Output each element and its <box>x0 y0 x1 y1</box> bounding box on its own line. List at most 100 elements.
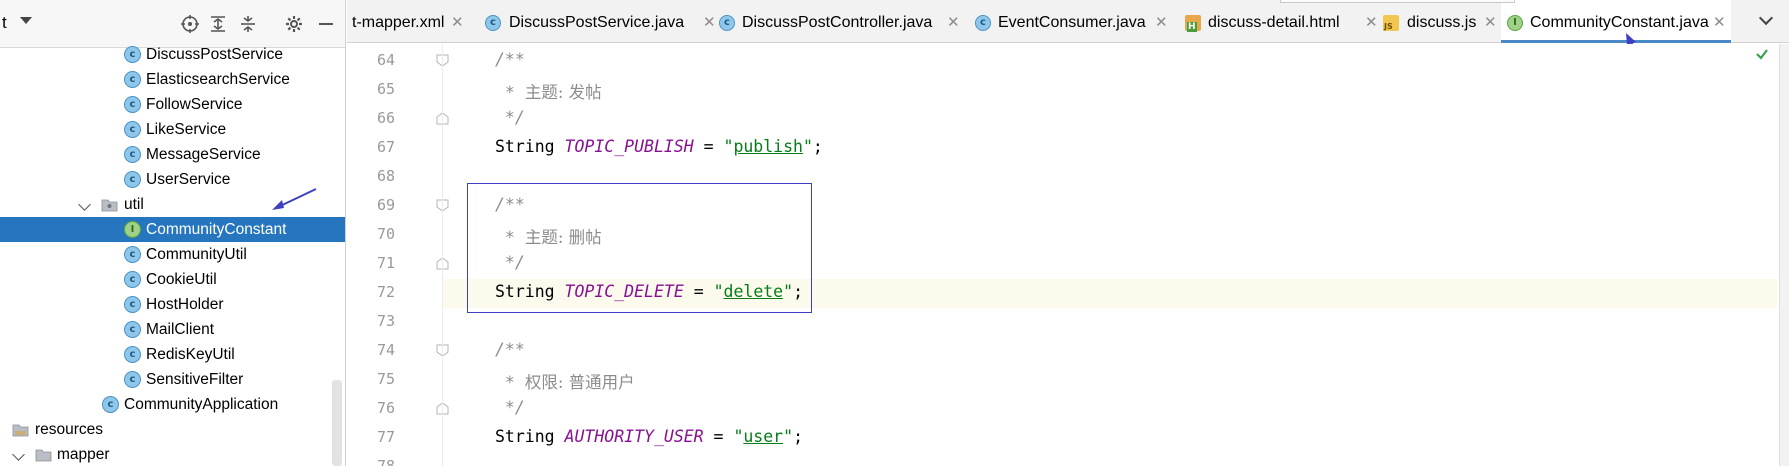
tree-item-elasticsearchservice[interactable]: c ElasticsearchService <box>0 67 345 92</box>
line-number: 68 <box>376 167 395 185</box>
line-number: 74 <box>376 341 395 359</box>
code-token: = <box>703 427 734 446</box>
code-token: ; <box>812 137 823 156</box>
class-icon: c <box>124 271 141 288</box>
gutter-divider <box>442 44 443 466</box>
code-token: publish <box>733 137 803 156</box>
code-line: * 主题: 发帖 <box>495 79 602 103</box>
tree-item-sensitivefilter[interactable]: c SensitiveFilter <box>0 367 345 392</box>
tab-label: CommunityConstant.java <box>1530 14 1709 31</box>
code-line: */ <box>495 108 525 127</box>
code-token: */ <box>495 398 525 417</box>
tab-eventconsumer[interactable]: c EventConsumer.java ✕ <box>975 0 1175 43</box>
tree-item-label: UserService <box>146 171 231 188</box>
tab-label: discuss-detail.html <box>1208 14 1340 31</box>
code-token: user <box>743 427 784 446</box>
project-tree-panel: t c DiscussPostService c ElasticsearchSe… <box>0 0 346 466</box>
close-icon[interactable]: ✕ <box>1365 0 1378 45</box>
tree-item-label: MessageService <box>146 146 261 163</box>
chevron-down-icon[interactable] <box>12 448 25 461</box>
class-icon: c <box>124 121 141 138</box>
tree-item-mapper[interactable]: mapper <box>0 442 345 466</box>
line-number: 77 <box>376 428 395 446</box>
tree-item-label: CookieUtil <box>146 271 217 288</box>
code-editor[interactable]: 64 65 66 67 68 69 70 71 72 73 74 75 76 77 78 /** * 主题:… <box>347 44 1789 466</box>
class-icon: c <box>124 46 141 63</box>
package-folder-icon <box>101 196 118 213</box>
tree-item-label: MailClient <box>146 321 215 338</box>
tree-item-communityconstant[interactable]: I CommunityConstant <box>0 217 345 242</box>
code-line: /** <box>495 50 525 69</box>
tab-overflow-chevron-icon[interactable] <box>1758 10 1774 26</box>
tab-discusspostservice[interactable]: c DiscussPostService.java ✕ <box>485 0 719 43</box>
minimize-icon[interactable] <box>316 14 336 34</box>
tree-item-label: HostHolder <box>146 296 224 313</box>
code-token: */ <box>495 108 525 127</box>
tree-item-rediskeyutil[interactable]: c RedisKeyUtil <box>0 342 345 367</box>
tree-item-messageservice[interactable]: c MessageService <box>0 142 345 167</box>
line-number: 71 <box>376 254 395 272</box>
tree-item-label: resources <box>35 421 104 438</box>
inspection-ok-check-icon[interactable] <box>1755 47 1769 61</box>
locate-icon[interactable] <box>180 14 200 34</box>
project-toolbar: t <box>0 0 345 48</box>
class-icon: c <box>124 71 141 88</box>
tree-item-communityutil[interactable]: c CommunityUtil <box>0 242 345 267</box>
line-number: 69 <box>376 196 395 214</box>
close-icon[interactable]: ✕ <box>1713 0 1726 45</box>
tree-scrollbar[interactable] <box>332 380 342 466</box>
tree-item-followservice[interactable]: c FollowService <box>0 92 345 117</box>
code-line: * 权限: 普通用户 <box>495 369 635 393</box>
line-number: 76 <box>376 399 395 417</box>
tree-item-label: CommunityApplication <box>124 396 279 413</box>
close-icon[interactable]: ✕ <box>1484 0 1497 45</box>
tab-discuss-js[interactable]: JS discuss.js ✕ <box>1383 0 1501 43</box>
tab-label: DiscussPostService.java <box>509 14 685 31</box>
tree-item-resources[interactable]: resources <box>0 417 345 442</box>
class-icon: c <box>124 321 141 338</box>
code-token: " <box>783 427 794 446</box>
collapse-all-icon[interactable] <box>238 14 258 34</box>
tree-item-label: util <box>124 196 144 213</box>
tree-item-cookieutil[interactable]: c CookieUtil <box>0 267 345 292</box>
class-icon: c <box>124 296 141 313</box>
class-icon: c <box>124 346 141 363</box>
tree-item-label: ElasticsearchService <box>146 71 290 88</box>
tab-discusspostcontroller[interactable]: c DiscussPostController.java ✕ <box>719 0 967 43</box>
close-icon[interactable]: ✕ <box>703 0 716 45</box>
project-view-dropdown-icon[interactable] <box>20 17 32 24</box>
spring-app-class-icon: c <box>102 396 119 413</box>
tab-mapper-xml[interactable]: t-mapper.xml ✕ <box>347 0 464 43</box>
close-icon[interactable]: ✕ <box>1155 0 1168 45</box>
line-number-gutter: 64 65 66 67 68 69 70 71 72 73 74 75 76 77 78 <box>347 44 449 466</box>
tab-discuss-detail-html[interactable]: discuss-detail.html ✕ <box>1185 0 1385 43</box>
code-token: = <box>693 137 724 156</box>
tree-item-label: LikeService <box>146 121 227 138</box>
code-token: String <box>495 427 565 446</box>
tree-item-communityapplication[interactable]: c CommunityApplication <box>0 392 345 417</box>
expand-all-icon[interactable] <box>208 14 228 34</box>
tree-item-mailclient[interactable]: c MailClient <box>0 317 345 342</box>
tree-item-hostholder[interactable]: c HostHolder <box>0 292 345 317</box>
class-icon: c <box>485 15 501 31</box>
code-token: * <box>495 373 525 392</box>
tree-item-label: SensitiveFilter <box>146 371 244 388</box>
tree-item-label: DiscussPostService <box>146 46 283 63</box>
chevron-down-icon[interactable] <box>78 198 91 211</box>
close-icon[interactable]: ✕ <box>947 0 960 45</box>
tree-item-likeservice[interactable]: c LikeService <box>0 117 345 142</box>
gear-icon[interactable] <box>284 14 304 34</box>
code-token: /** <box>495 50 525 69</box>
tree-item-label: mapper <box>57 446 110 463</box>
interface-icon: I <box>1507 15 1523 31</box>
js-file-icon: JS <box>1383 15 1399 31</box>
tree-item-discusspostservice[interactable]: c DiscussPostService <box>0 42 345 67</box>
line-number: 67 <box>376 138 395 156</box>
tab-communityconstant[interactable]: I CommunityConstant.java ✕ <box>1501 0 1731 43</box>
close-icon[interactable]: ✕ <box>451 0 464 45</box>
class-icon: c <box>124 171 141 188</box>
code-line: String TOPIC_PUBLISH = "publish"; <box>495 137 823 156</box>
code-line: String AUTHORITY_USER = "user"; <box>495 427 803 446</box>
class-icon: c <box>124 371 141 388</box>
project-view-title[interactable]: t <box>2 13 7 33</box>
